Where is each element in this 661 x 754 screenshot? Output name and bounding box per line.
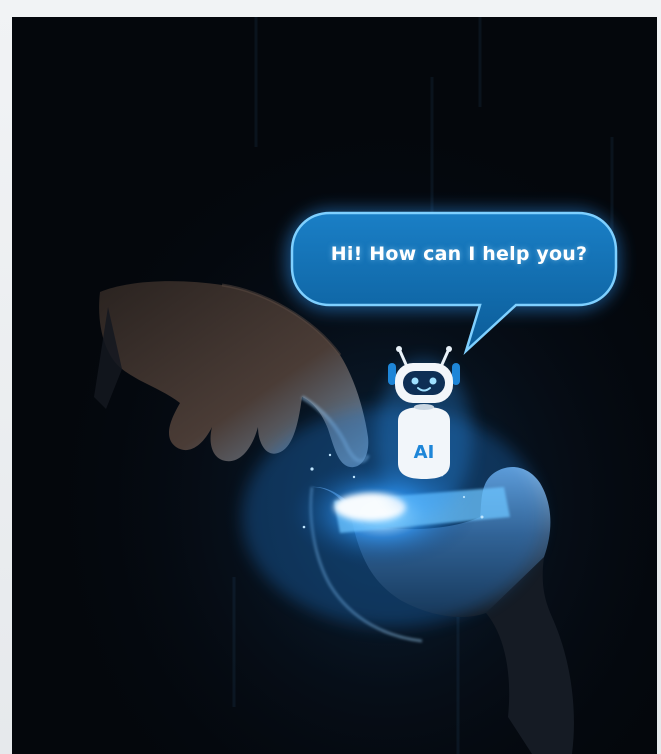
speech-bubble-text: Hi! How can I help you? bbox=[330, 243, 588, 265]
scene-illustration bbox=[12, 17, 657, 754]
robot-icon bbox=[376, 346, 472, 515]
ai-chatbot-photo: Hi! How can I help you? AI bbox=[12, 17, 657, 754]
image-frame: Hi! How can I help you? AI bbox=[0, 0, 661, 754]
robot-label: AI bbox=[413, 442, 435, 463]
